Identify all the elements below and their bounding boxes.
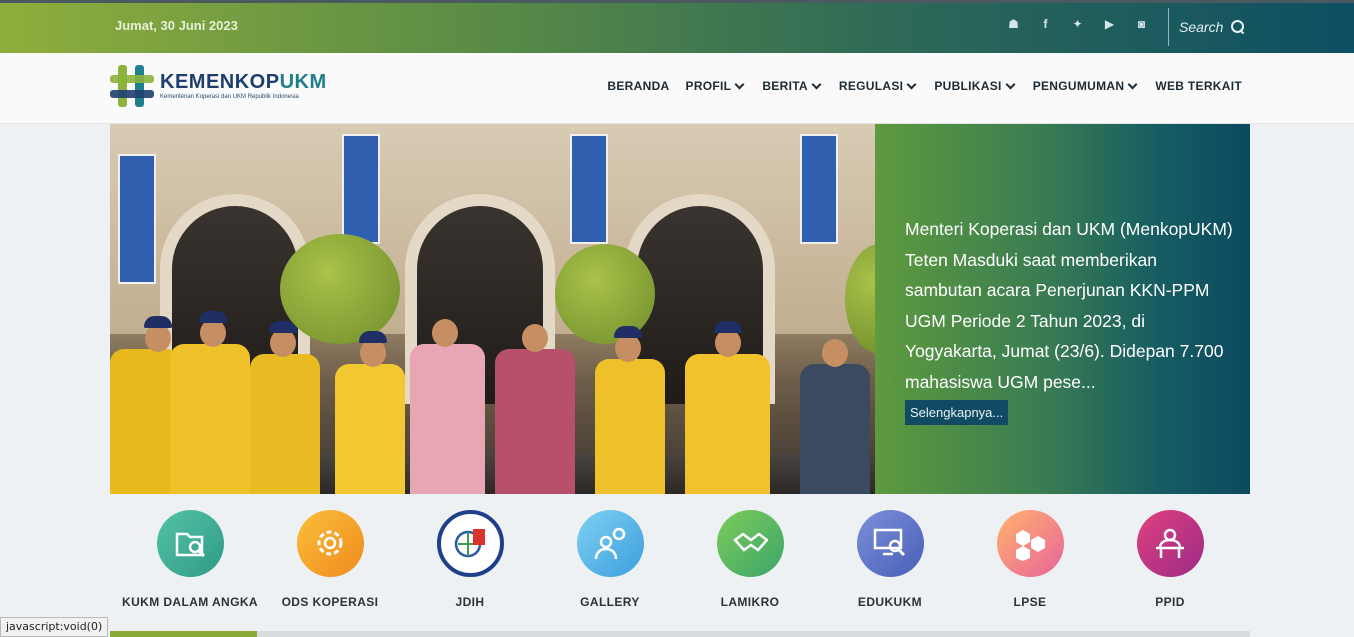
main-menu: BERANDA PROFIL BERITA REGULASI PUBLIKASI… bbox=[607, 79, 1242, 93]
quick-link-edukukm[interactable]: EDUKUKM bbox=[820, 510, 960, 609]
section-divider-active bbox=[110, 631, 257, 637]
current-date: Jumat, 30 Juni 2023 bbox=[115, 18, 238, 33]
browser-status-bar: javascript:void(0) bbox=[0, 617, 109, 637]
android-icon[interactable]: ☗ bbox=[1006, 17, 1021, 32]
nav-item-regulasi[interactable]: REGULASI bbox=[839, 79, 918, 93]
quick-link-lpse[interactable]: LPSE bbox=[960, 510, 1100, 609]
quick-link-ods-koperasi[interactable]: ODS KOPERASI bbox=[260, 510, 400, 609]
user-idea-icon bbox=[576, 510, 644, 577]
chevron-down-icon bbox=[1005, 79, 1016, 89]
jdih-logo-icon bbox=[436, 510, 504, 577]
hero-banner bbox=[570, 134, 608, 244]
chevron-down-icon bbox=[906, 79, 917, 89]
logo-name-part1: KEMENKOP bbox=[160, 71, 280, 93]
main-navbar: KEMENKOPUKM Kementerian Koperasi dan UKM… bbox=[0, 53, 1354, 124]
logo-text: KEMENKOPUKM Kementerian Koperasi dan UKM… bbox=[160, 72, 327, 100]
facebook-icon[interactable]: f bbox=[1038, 17, 1053, 32]
quick-link-label: LPSE bbox=[1013, 595, 1047, 609]
handshake-icon bbox=[716, 510, 784, 577]
twitter-icon[interactable]: ✦ bbox=[1070, 17, 1085, 32]
chevron-down-icon bbox=[811, 79, 822, 89]
hero-caption: Menteri Koperasi dan UKM (MenkopUKM) Tet… bbox=[905, 219, 1233, 392]
read-more-button[interactable]: Selengkapnya... bbox=[905, 400, 1009, 425]
folder-search-icon bbox=[156, 510, 224, 577]
chevron-down-icon bbox=[1127, 79, 1138, 89]
person-desk-icon bbox=[1136, 510, 1204, 577]
top-rule bbox=[0, 0, 1354, 3]
youtube-icon[interactable]: ▶ bbox=[1102, 17, 1117, 32]
quick-link-label: ODS KOPERASI bbox=[281, 595, 379, 609]
hero-banner bbox=[800, 134, 838, 244]
nav-item-web-terkait[interactable]: WEB TERKAIT bbox=[1155, 79, 1242, 93]
crowd bbox=[110, 311, 875, 494]
social-links: ☗ f ✦ ▶ ◙ bbox=[1006, 17, 1149, 32]
chevron-down-icon bbox=[734, 79, 745, 89]
hero-caption-panel: Menteri Koperasi dan UKM (MenkopUKM) Tet… bbox=[875, 124, 1250, 494]
logo-name-part2: UKM bbox=[279, 71, 327, 93]
hexagons-icon bbox=[996, 510, 1064, 577]
quick-link-label: PPID bbox=[1155, 595, 1185, 609]
nav-item-pengumuman[interactable]: PENGUMUMAN bbox=[1033, 79, 1140, 93]
site-logo[interactable]: KEMENKOPUKM Kementerian Koperasi dan UKM… bbox=[110, 65, 327, 107]
section-divider bbox=[110, 631, 1250, 637]
quick-link-ppid[interactable]: PPID bbox=[1100, 510, 1240, 609]
nav-item-publikasi[interactable]: PUBLIKASI bbox=[934, 79, 1016, 93]
hero-slider: Menteri Koperasi dan UKM (MenkopUKM) Tet… bbox=[110, 124, 1250, 494]
top-divider bbox=[1168, 8, 1169, 46]
quick-link-label: LAMIKRO bbox=[720, 595, 780, 609]
hero-banner bbox=[118, 154, 156, 284]
top-bar: Jumat, 30 Juni 2023 ☗ f ✦ ▶ ◙ Search bbox=[0, 0, 1354, 53]
quick-link-label: KUKM DALAM ANGKA bbox=[122, 595, 258, 609]
quick-links: KUKM DALAM ANGKA ODS KOPERASI JDIH GALLE… bbox=[110, 510, 1250, 620]
hero-photo[interactable] bbox=[110, 124, 875, 494]
logo-tagline: Kementerian Koperasi dan UKM Republik In… bbox=[160, 94, 299, 100]
nav-item-profil[interactable]: PROFIL bbox=[686, 79, 747, 93]
quick-link-lamikro[interactable]: LAMIKRO bbox=[680, 510, 820, 609]
quick-link-label: JDIH bbox=[455, 595, 485, 609]
logo-mark-icon bbox=[110, 65, 154, 107]
hero-banner bbox=[342, 134, 380, 244]
search-box[interactable]: Search bbox=[1179, 19, 1245, 35]
gear-icon bbox=[296, 510, 364, 577]
monitor-search-icon bbox=[856, 510, 924, 577]
quick-link-label: GALLERY bbox=[580, 595, 640, 609]
quick-link-label: EDUKUKM bbox=[857, 595, 923, 609]
search-icon[interactable] bbox=[1231, 20, 1245, 34]
quick-link-jdih[interactable]: JDIH bbox=[400, 510, 540, 609]
nav-item-berita[interactable]: BERITA bbox=[762, 79, 823, 93]
instagram-icon[interactable]: ◙ bbox=[1134, 17, 1149, 32]
quick-link-gallery[interactable]: GALLERY bbox=[540, 510, 680, 609]
nav-item-beranda[interactable]: BERANDA bbox=[607, 79, 669, 93]
quick-link-kukm-dalam-angka[interactable]: KUKM DALAM ANGKA bbox=[120, 510, 260, 609]
search-placeholder[interactable]: Search bbox=[1179, 19, 1223, 35]
